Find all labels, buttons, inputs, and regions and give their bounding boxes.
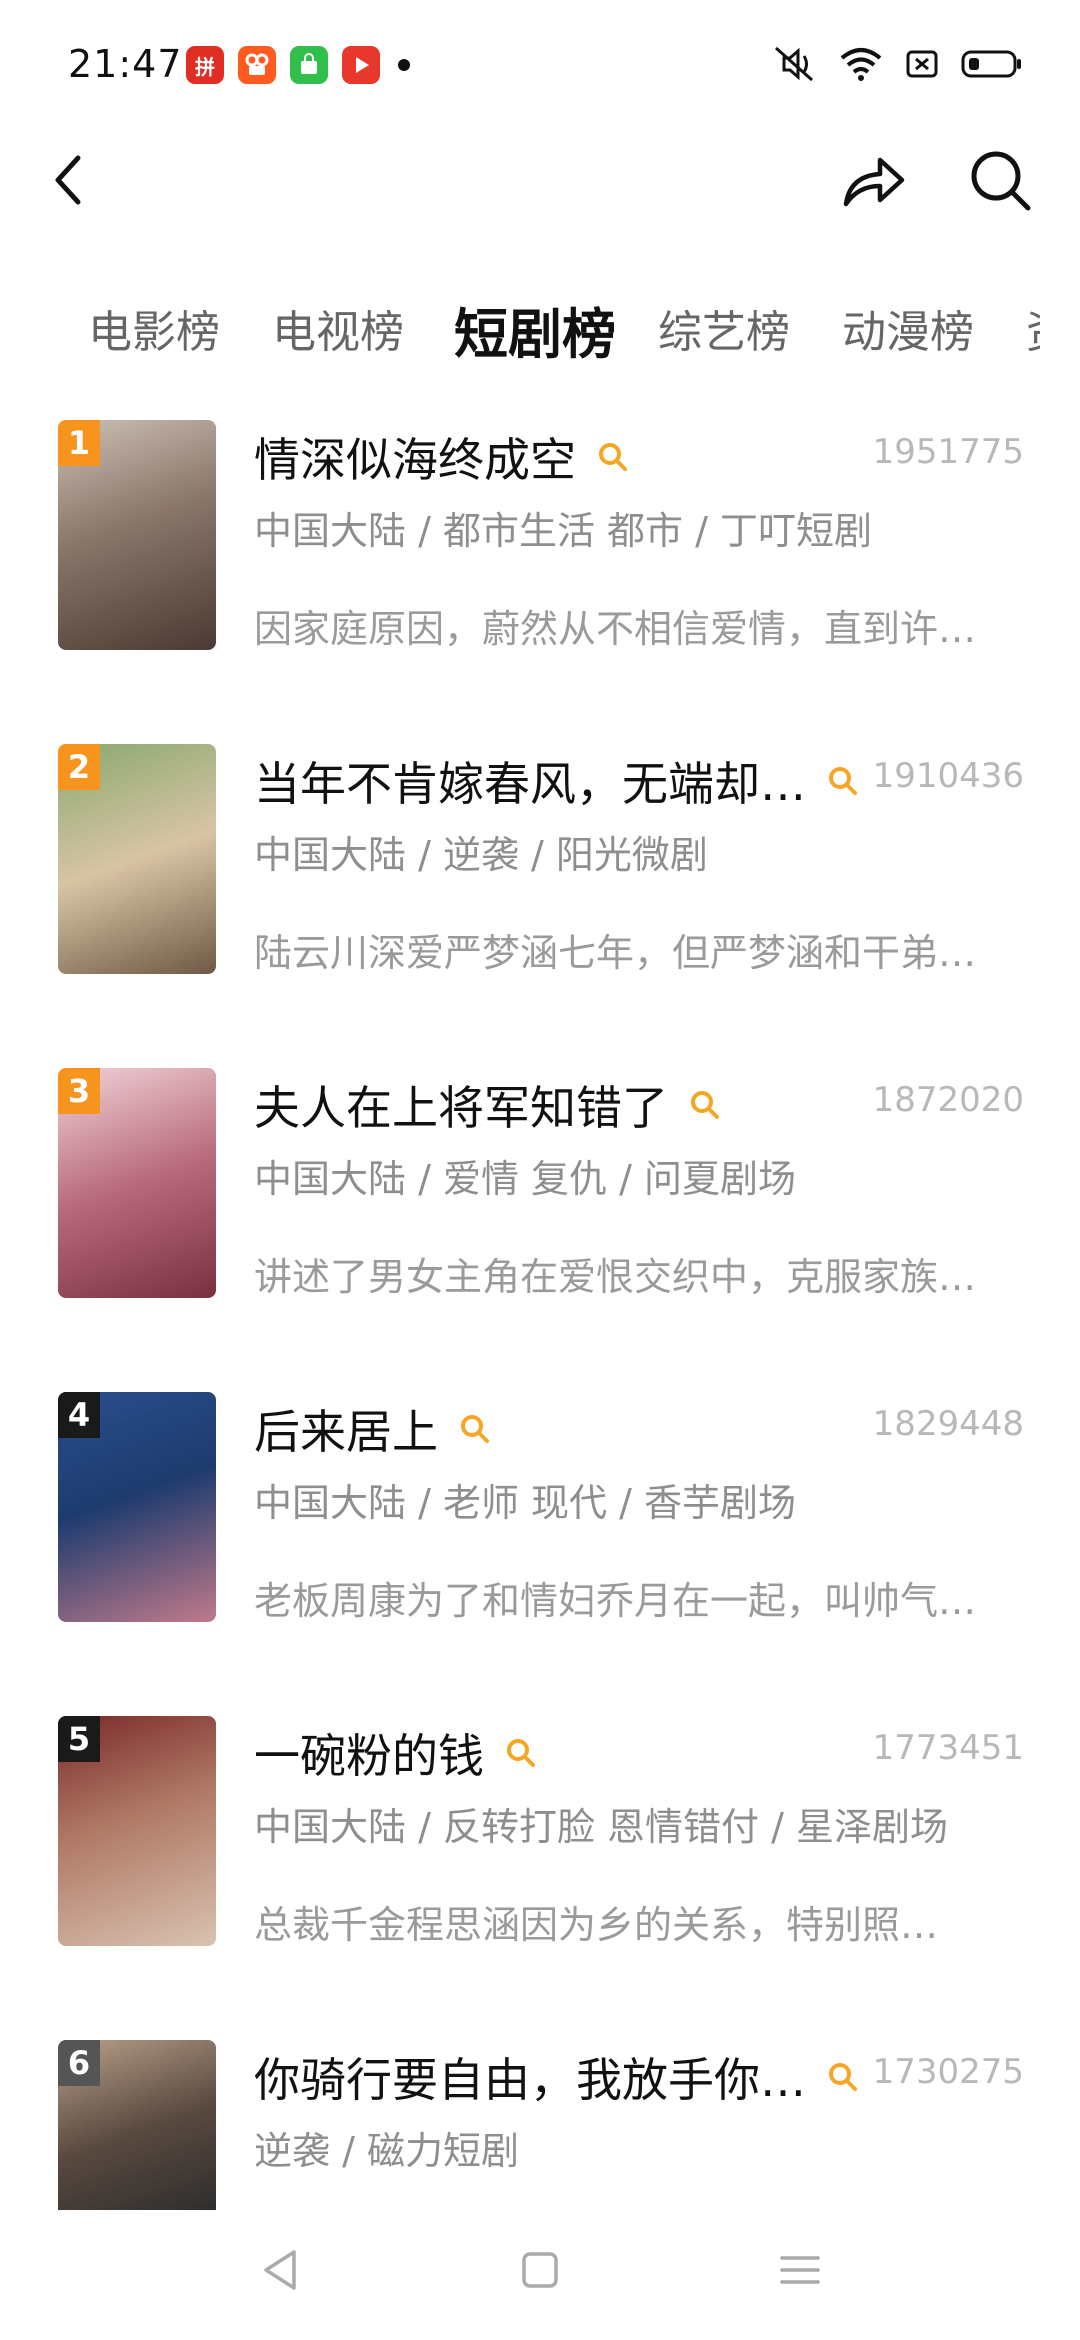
ranking-tabs: 电影榜 电视榜 短剧榜 综艺榜 动漫榜 资 — [0, 290, 1040, 370]
sim-icon — [906, 50, 938, 78]
tab-more[interactable]: 资 — [1026, 296, 1040, 360]
drama-title[interactable]: 后来居上 — [254, 1396, 492, 1462]
rank-badge: 2 — [58, 744, 100, 790]
notification-icons: 拼 — [186, 46, 410, 84]
status-bar: 21:47 拼 — [0, 0, 1080, 130]
list-item[interactable]: 2 当年不肯嫁春风，无端却… 1910436 中国大陆 / 逆袭 / 阳光微剧 … — [0, 744, 1080, 984]
pinduoduo-icon: 拼 — [186, 46, 224, 84]
drama-meta: 中国大陆 / 老师 现代 / 香芋剧场 — [254, 1481, 797, 1525]
drama-title[interactable]: 你骑行要自由，我放手你… — [254, 2044, 860, 2110]
poster-image[interactable]: 3 — [58, 1068, 216, 1298]
drama-title[interactable]: 当年不肯嫁春风，无端却… — [254, 748, 860, 814]
drama-description: 讲述了男女主角在爱恨交织中，克服家族… — [254, 1255, 977, 1299]
tab-anime[interactable]: 动漫榜 — [842, 296, 974, 360]
search-icon[interactable] — [458, 1412, 492, 1446]
kuaishou-icon — [238, 46, 276, 84]
tab-tv[interactable]: 电视榜 — [272, 296, 404, 360]
search-icon[interactable] — [504, 1736, 538, 1770]
drama-meta: 逆袭 / 磁力短剧 — [254, 2129, 519, 2173]
heat-score: 1773451 — [872, 1728, 1024, 1768]
tab-short-drama[interactable]: 短剧榜 — [454, 290, 616, 369]
drama-description: 老板周康为了和情妇乔月在一起，叫帅气… — [254, 1579, 977, 1623]
drama-title[interactable]: 情深似海终成空 — [254, 424, 630, 490]
drama-title[interactable]: 夫人在上将军知错了 — [254, 1072, 722, 1138]
rank-badge: 1 — [58, 420, 100, 466]
battery-icon — [961, 50, 1021, 78]
rank-badge: 6 — [58, 2040, 100, 2086]
search-icon[interactable] — [826, 764, 860, 798]
rank-badge: 5 — [58, 1716, 100, 1762]
app-market-icon — [290, 46, 328, 84]
poster-image[interactable]: 2 — [58, 744, 216, 974]
wifi-icon — [840, 48, 882, 81]
share-icon[interactable] — [838, 146, 908, 216]
drama-title[interactable]: 一碗粉的钱 — [254, 1720, 538, 1786]
drama-description: 总裁千金程思涵因为乡的关系，特别照… — [254, 1903, 939, 1947]
drama-description: 因家庭原因，蔚然从不相信爱情，直到许… — [254, 607, 977, 651]
drama-description: 陆云川深爱严梦涵七年，但严梦涵和干弟… — [254, 931, 977, 975]
video-app-icon — [342, 46, 380, 84]
search-icon[interactable] — [826, 2060, 860, 2094]
top-bar — [0, 140, 1080, 220]
nav-home-icon[interactable] — [510, 2240, 570, 2300]
search-icon[interactable] — [596, 440, 630, 474]
search-icon[interactable] — [966, 146, 1036, 216]
poster-image[interactable]: 6 — [58, 2040, 216, 2220]
rank-badge: 4 — [58, 1392, 100, 1438]
poster-image[interactable]: 5 — [58, 1716, 216, 1946]
list-item[interactable]: 5 一碗粉的钱 1773451 中国大陆 / 反转打脸 恩情错付 / 星泽剧场 … — [0, 1716, 1080, 1956]
mute-icon — [775, 46, 813, 82]
drama-meta: 中国大陆 / 反转打脸 恩情错付 / 星泽剧场 — [254, 1805, 949, 1849]
poster-image[interactable]: 1 — [58, 420, 216, 650]
status-time: 21:47 — [68, 42, 183, 86]
back-icon[interactable] — [44, 150, 94, 210]
heat-score: 1872020 — [872, 1080, 1024, 1120]
list-item[interactable]: 4 后来居上 1829448 中国大陆 / 老师 现代 / 香芋剧场 老板周康为… — [0, 1392, 1080, 1632]
heat-score: 1829448 — [872, 1404, 1024, 1444]
drama-meta: 中国大陆 / 逆袭 / 阳光微剧 — [254, 833, 708, 877]
system-nav-bar — [0, 2210, 1080, 2340]
poster-image[interactable]: 4 — [58, 1392, 216, 1622]
rank-badge: 3 — [58, 1068, 100, 1114]
heat-score: 1951775 — [872, 432, 1024, 472]
drama-meta: 中国大陆 / 爱情 复仇 / 问夏剧场 — [254, 1157, 797, 1201]
list-item[interactable]: 3 夫人在上将军知错了 1872020 中国大陆 / 爱情 复仇 / 问夏剧场 … — [0, 1068, 1080, 1308]
tab-movie[interactable]: 电影榜 — [88, 296, 220, 360]
tab-variety[interactable]: 综艺榜 — [658, 296, 790, 360]
drama-meta: 中国大陆 / 都市生活 都市 / 丁叮短剧 — [254, 509, 873, 553]
nav-menu-icon[interactable] — [770, 2240, 830, 2300]
list-item[interactable]: 1 情深似海终成空 1951775 中国大陆 / 都市生活 都市 / 丁叮短剧 … — [0, 420, 1080, 660]
system-icons — [770, 44, 1024, 84]
nav-back-icon[interactable] — [252, 2240, 312, 2300]
more-notifications-dot — [398, 59, 410, 71]
heat-score: 1910436 — [872, 756, 1024, 796]
list-item[interactable]: 6 你骑行要自由，我放手你… 1730275 逆袭 / 磁力短剧 — [0, 2040, 1080, 2220]
search-icon[interactable] — [688, 1088, 722, 1122]
heat-score: 1730275 — [872, 2052, 1024, 2092]
